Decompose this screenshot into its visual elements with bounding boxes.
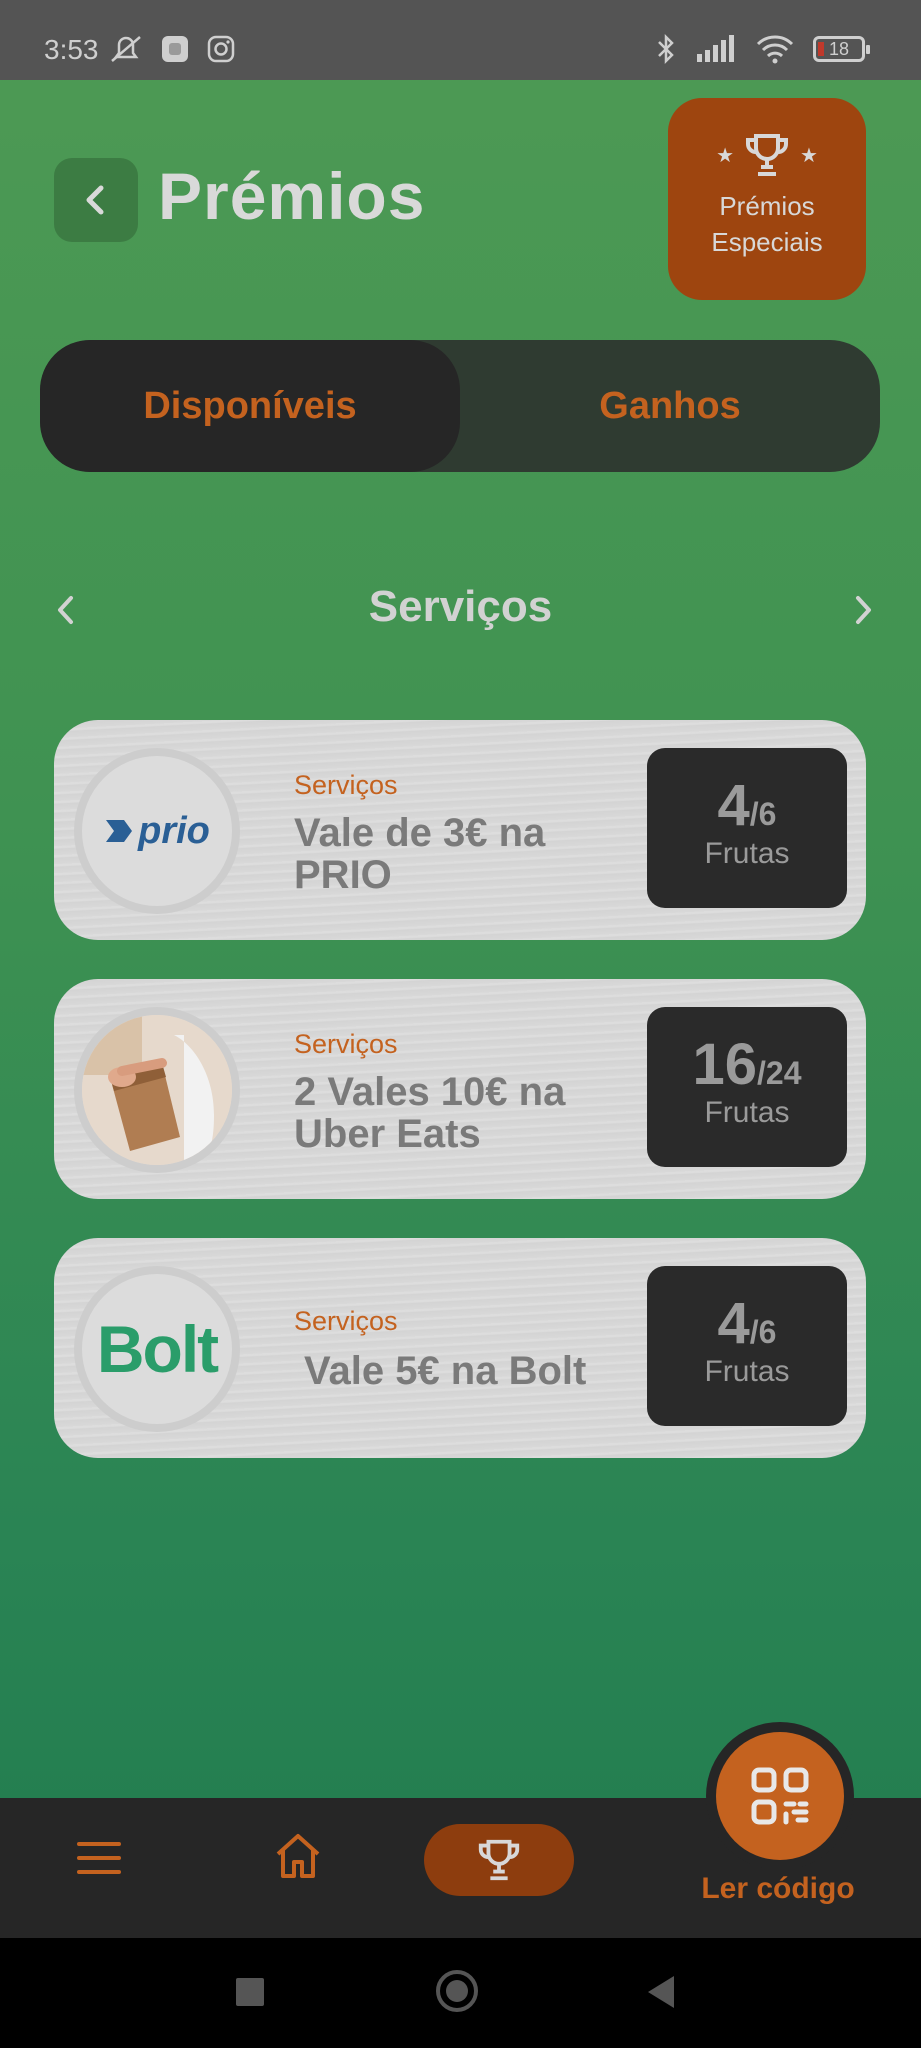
delivery-bag-image [82, 1015, 232, 1165]
category-title: Serviços [368, 582, 553, 631]
star-icon: ★ [716, 144, 734, 167]
chevron-right-icon [856, 596, 871, 624]
reward-cost-badge: 4/6 Frutas [647, 748, 847, 908]
rewards-tabs: Ganhos Disponíveis [40, 340, 880, 472]
star-icon: ★ [800, 144, 818, 167]
reward-category: Serviços [294, 1029, 398, 1059]
signal-icon [697, 35, 734, 62]
prio-logo: prio [74, 748, 240, 914]
home-icon [276, 1834, 320, 1878]
reward-cost-badge: 16/24 Frutas [647, 1007, 847, 1167]
qr-code-icon [751, 1767, 809, 1825]
special-prizes-label-2: Especiais [711, 227, 823, 257]
back-system-button[interactable] [648, 1976, 674, 2008]
category-selector: Serviços [0, 580, 921, 640]
reward-name: Vale 5€ na Bolt [304, 1349, 587, 1393]
scan-code-button[interactable] [716, 1732, 844, 1860]
reward-cost-badge: 4/6 Frutas [647, 1266, 847, 1426]
wifi-icon [756, 35, 794, 64]
app-icon [162, 36, 188, 62]
battery-indicator: 18 [813, 36, 870, 62]
reward-category: Serviços [294, 770, 398, 800]
home-button[interactable] [272, 1830, 324, 1882]
menu-icon [77, 1842, 121, 1874]
mute-notification-icon [111, 36, 141, 62]
special-prizes-button[interactable]: ★ ★ Prémios Especiais [668, 98, 866, 300]
recents-button[interactable] [236, 1978, 264, 2006]
trophy-icon [478, 1839, 520, 1881]
bolt-logo: Bolt [74, 1266, 240, 1432]
system-navigation-bar [0, 1938, 921, 2048]
reward-card[interactable]: prio Serviços Vale de 3€ na PRIO 4/6 Fru… [54, 720, 866, 940]
home-system-button[interactable] [436, 1970, 478, 2012]
page-title: Prémios [158, 159, 426, 233]
bluetooth-icon [658, 33, 674, 65]
reward-name: 2 Vales 10€ na Uber Eats [294, 1070, 566, 1156]
special-prizes-label-1: Prémios [719, 191, 815, 221]
status-time: 3:53 [44, 34, 99, 65]
back-button[interactable] [54, 158, 138, 242]
instagram-icon [207, 35, 235, 63]
prizes-nav-button[interactable] [424, 1824, 574, 1896]
tab-disponiveis[interactable]: Disponíveis [40, 340, 460, 472]
prio-mark-icon [106, 820, 133, 842]
reward-card[interactable]: Bolt Serviços Vale 5€ na Bolt 4/6 Frutas [54, 1238, 866, 1458]
uber-eats-photo [74, 1007, 240, 1173]
status-bar: 3:53 18 [0, 0, 921, 80]
reward-category: Serviços [294, 1306, 398, 1336]
category-next-button[interactable] [843, 588, 883, 632]
tab-ganhos[interactable]: Ganhos [460, 340, 880, 472]
app-screen: 3:53 18 Prémios ★ ★ Prémios Especiais Ga… [0, 0, 921, 2048]
scan-code-label[interactable]: Ler código [640, 1872, 916, 1906]
reward-card[interactable]: Serviços 2 Vales 10€ na Uber Eats 16/24 … [54, 979, 866, 1199]
menu-button[interactable] [76, 1838, 122, 1878]
chevron-left-icon [86, 185, 104, 215]
trophy-icon [746, 134, 788, 176]
reward-name: Vale de 3€ na PRIO [294, 811, 546, 897]
